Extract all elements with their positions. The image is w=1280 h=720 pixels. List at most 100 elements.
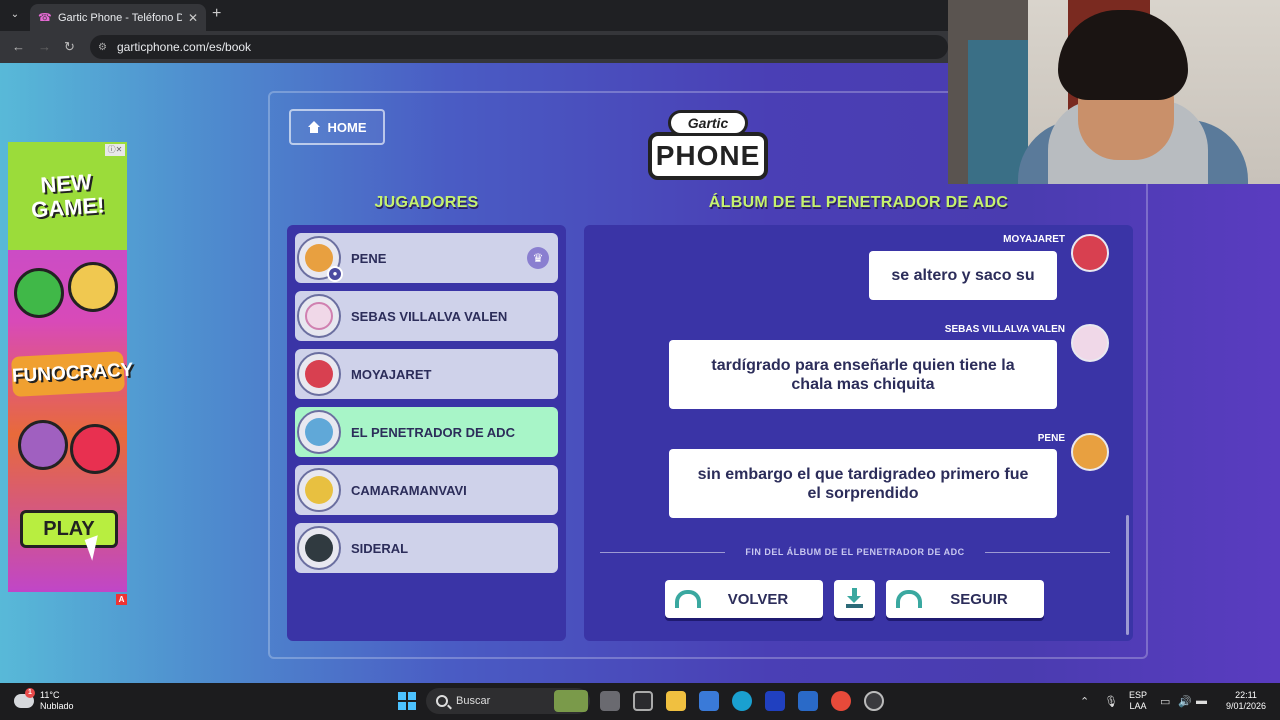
avatar — [297, 526, 341, 570]
search-placeholder: Buscar — [456, 695, 491, 707]
tab-title: Gartic Phone - Teléfono Descon — [58, 11, 182, 24]
store-icon[interactable] — [699, 691, 719, 711]
crown-icon: ♛ — [527, 247, 549, 269]
search-icon — [436, 695, 448, 707]
chevron-up-icon[interactable]: ⌃ — [1080, 695, 1089, 708]
player-item[interactable]: CAMARAMANVAVI — [295, 465, 558, 515]
message-author: MOYAJARET — [1003, 234, 1065, 245]
weather-alert-badge: 1 — [25, 688, 35, 698]
ad-purple-character-icon — [18, 420, 68, 470]
pineapple-avatar-icon — [305, 476, 333, 504]
ad-red-character-icon — [70, 424, 120, 474]
dark-robot-avatar-icon — [305, 534, 333, 562]
chrome-icon[interactable] — [831, 691, 851, 711]
task-view-icon[interactable] — [600, 691, 620, 711]
red-demon-avatar-icon — [305, 360, 333, 388]
home-button[interactable]: HOME — [289, 109, 385, 145]
browser-tab[interactable]: ☎ Gartic Phone - Teléfono Descon ✕ — [30, 4, 206, 31]
download-button[interactable] — [834, 580, 875, 618]
back-arrow-icon — [673, 588, 703, 610]
player-name: EL PENETRADOR DE ADC — [351, 424, 515, 440]
avatar — [297, 352, 341, 396]
network-icon[interactable]: ▭ — [1160, 695, 1170, 708]
unicorn-cow-avatar-icon — [305, 302, 333, 330]
taskbar-search[interactable]: Buscar — [426, 688, 590, 714]
back-button[interactable]: VOLVER — [665, 580, 823, 618]
weather-widget[interactable]: 1 11°C Nublado — [14, 688, 74, 712]
tab-search-button[interactable]: ⌄ — [6, 6, 24, 24]
microphone-icon[interactable]: 🎙 — [1104, 695, 1118, 708]
webcam-overlay — [948, 0, 1280, 184]
message-author: SEBAS VILLALVA VALEN — [944, 324, 1065, 335]
player-name: MOYAJARET — [351, 366, 432, 382]
forward-arrow-icon — [894, 588, 924, 610]
temperature: 11°C — [40, 690, 60, 700]
player-item[interactable]: SEBAS VILLALVA VALEN — [295, 291, 558, 341]
album-title: ÁLBUM DE EL PENETRADOR DE ADC — [708, 194, 1009, 211]
address-bar[interactable]: ⚙ garticphone.com/es/book — [90, 35, 948, 59]
message-author: PENE — [1037, 433, 1065, 444]
ad-brand-logo: FUNOCRACY — [11, 351, 134, 397]
new-tab-button[interactable]: + — [212, 5, 221, 23]
site-info-icon[interactable]: ⚙ — [98, 42, 107, 53]
album-end-label: FIN DEL ÁLBUM DE EL PENETRADOR DE ADC — [725, 546, 985, 559]
reload-icon[interactable]: ↻ — [64, 39, 75, 55]
next-button[interactable]: SEGUIR — [886, 580, 1044, 618]
player-name: PENE — [351, 250, 387, 266]
ad-play-button[interactable]: PLAY — [20, 510, 118, 548]
weather-condition: Nublado — [40, 701, 74, 711]
ad-thumb-character-icon — [14, 268, 64, 318]
movistar-icon[interactable] — [765, 691, 785, 711]
user-icon: ● — [327, 266, 343, 282]
avatar: ● — [297, 236, 343, 282]
windows-taskbar: 1 11°C Nublado Buscar ⌃ 🎙 ESP LAA ▭ 🔊 ▬ … — [0, 683, 1280, 720]
language-indicator[interactable]: ESP LAA — [1126, 690, 1150, 712]
avatar — [297, 294, 341, 338]
back-arrow-icon[interactable]: ← — [12, 39, 25, 54]
file-explorer-icon[interactable] — [666, 691, 686, 711]
message-bubble: tardígrado para enseñarle quien tiene la… — [669, 340, 1057, 409]
avatar — [297, 468, 341, 512]
album-scrollbar[interactable] — [1126, 515, 1129, 635]
vscode-icon[interactable] — [798, 691, 818, 711]
burger-avatar-icon — [1071, 433, 1109, 471]
url-text: garticphone.com/es/book — [116, 40, 252, 54]
windows-start-icon[interactable] — [398, 692, 416, 710]
player-item[interactable]: ● PENE ♛ — [295, 233, 558, 283]
close-icon[interactable]: ✕ — [188, 11, 198, 25]
player-name: SIDERAL — [351, 540, 409, 556]
unicorn-cow-avatar-icon — [1071, 324, 1109, 362]
download-icon — [846, 588, 863, 608]
player-item-active[interactable]: EL PENETRADOR DE ADC — [295, 407, 558, 457]
blue-monster-avatar-icon — [305, 418, 333, 446]
home-label: HOME — [327, 119, 367, 135]
ad-headline: NEW GAME! — [30, 169, 106, 223]
message-bubble: sin embargo el que tardigradeo primero f… — [669, 449, 1057, 518]
gartic-favicon-icon: ☎ — [38, 11, 52, 24]
search-highlight-image — [554, 690, 588, 712]
edge-icon[interactable] — [732, 691, 752, 711]
obs-icon[interactable] — [864, 691, 884, 711]
volume-icon[interactable]: 🔊 — [1178, 695, 1192, 708]
players-title: JUGADORES — [374, 194, 479, 211]
player-item[interactable]: MOYAJARET — [295, 349, 558, 399]
player-name: CAMARAMANVAVI — [351, 482, 467, 498]
widgets-icon[interactable] — [633, 691, 653, 711]
player-item[interactable]: SIDERAL — [295, 523, 558, 573]
forward-arrow-icon[interactable]: → — [38, 39, 51, 54]
home-icon — [307, 121, 320, 133]
adchoices-icon[interactable]: A — [116, 594, 127, 605]
clock[interactable]: 22:11 9/01/2026 — [1218, 690, 1274, 712]
red-demon-avatar-icon — [1071, 234, 1109, 272]
logo-main-text: PHONE — [648, 132, 768, 180]
message-bubble: se altero y saco su — [869, 251, 1057, 300]
ad-banner[interactable]: NEW GAME! ⓘ✕ FUNOCRACY PLAY — [8, 142, 134, 592]
logo-top-text: Gartic — [668, 110, 748, 136]
ad-info-icon[interactable]: ⓘ✕ — [105, 144, 125, 156]
battery-icon[interactable]: ▬ — [1196, 695, 1207, 707]
avatar — [297, 410, 341, 454]
player-name: SEBAS VILLALVA VALEN — [351, 308, 508, 324]
ad-blonde-character-icon — [68, 262, 118, 312]
gartic-phone-logo: PHONE Gartic — [648, 110, 768, 182]
cloud-icon: 1 — [14, 688, 35, 708]
